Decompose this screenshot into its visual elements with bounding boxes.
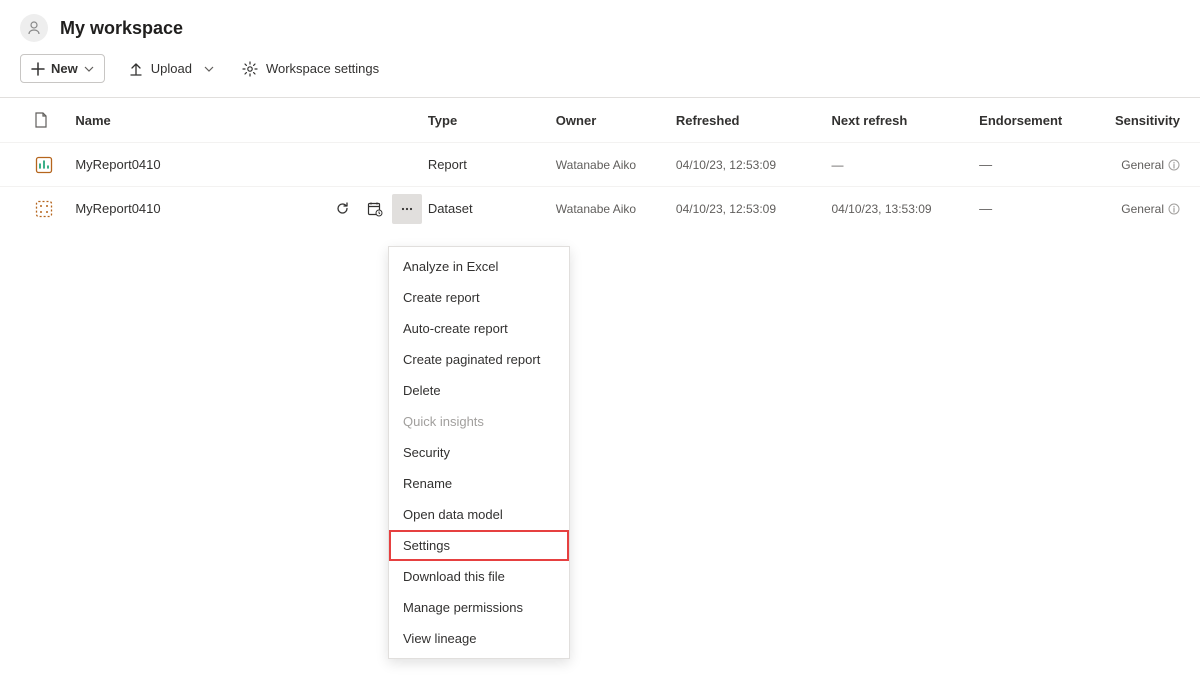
table-row[interactable]: MyReport0410DatasetWatanabe Aiko04/10/23…: [0, 186, 1200, 230]
plus-icon: [31, 62, 45, 76]
row-next-refresh: 04/10/23, 13:53:09: [831, 202, 979, 216]
refresh-button[interactable]: [328, 194, 358, 224]
menu-item[interactable]: Delete: [389, 375, 569, 406]
content-table: Name Type Owner Refreshed Next refresh E…: [0, 98, 1200, 230]
row-sensitivity-label: General: [1121, 202, 1164, 216]
menu-item[interactable]: Manage permissions: [389, 592, 569, 623]
table-row[interactable]: MyReport0410 ReportWatanabe Aiko04/10/23,…: [0, 142, 1200, 186]
menu-item[interactable]: Analyze in Excel: [389, 251, 569, 282]
schedule-refresh-button[interactable]: [360, 194, 390, 224]
column-header-sensitivity[interactable]: Sensitivity: [1101, 113, 1180, 128]
row-refreshed: 04/10/23, 12:53:09: [676, 202, 832, 216]
workspace-settings-label: Workspace settings: [266, 61, 379, 76]
more-options-button[interactable]: [392, 194, 422, 224]
table-header-row: Name Type Owner Refreshed Next refresh E…: [0, 98, 1200, 142]
column-header-owner[interactable]: Owner: [556, 113, 676, 128]
file-icon: [34, 112, 48, 128]
workspace-settings-button[interactable]: Workspace settings: [238, 55, 383, 83]
more-horizontal-icon: [400, 202, 414, 216]
workspace-header: My workspace: [0, 0, 1200, 52]
row-endorsement: —: [979, 201, 1101, 216]
row-name-cell: MyReport0410: [75, 157, 427, 172]
calendar-refresh-icon: [367, 201, 383, 217]
upload-icon: [129, 62, 143, 76]
toolbar: New Upload Workspace settings: [0, 52, 1200, 98]
chevron-down-icon: [204, 64, 214, 74]
page-title: My workspace: [60, 18, 183, 39]
row-type: Report: [428, 157, 556, 172]
menu-item[interactable]: Security: [389, 437, 569, 468]
info-icon: [1168, 159, 1180, 171]
column-header-name[interactable]: Name: [75, 113, 427, 128]
report-icon: [34, 155, 54, 175]
row-sensitivity-label: General: [1121, 158, 1164, 172]
new-button-label: New: [51, 61, 78, 76]
column-header-next-refresh[interactable]: Next refresh: [831, 113, 979, 128]
menu-item[interactable]: Rename: [389, 468, 569, 499]
row-type-icon-cell: [34, 199, 75, 219]
menu-item[interactable]: Create report: [389, 282, 569, 313]
upload-label: Upload: [151, 61, 192, 76]
row-next-refresh: —: [831, 158, 979, 172]
menu-item[interactable]: Create paginated report: [389, 344, 569, 375]
column-header-type[interactable]: Type: [428, 113, 556, 128]
person-icon: [26, 20, 42, 36]
row-owner: Watanabe Aiko: [556, 202, 676, 216]
refresh-icon: [335, 201, 350, 216]
menu-item: Quick insights: [389, 406, 569, 437]
new-button[interactable]: New: [20, 54, 105, 83]
menu-item[interactable]: Download this file: [389, 561, 569, 592]
row-sensitivity: General: [1101, 158, 1180, 172]
menu-item[interactable]: View lineage: [389, 623, 569, 654]
menu-item[interactable]: Open data model: [389, 499, 569, 530]
avatar: [20, 14, 48, 42]
dataset-icon: [34, 199, 54, 219]
row-type: Dataset: [428, 201, 556, 216]
menu-item[interactable]: Auto-create report: [389, 313, 569, 344]
menu-item[interactable]: Settings: [389, 530, 569, 561]
column-header-endorsement[interactable]: Endorsement: [979, 113, 1101, 128]
row-type-icon-cell: [34, 155, 75, 175]
row-name-label[interactable]: MyReport0410: [75, 201, 160, 216]
context-menu: Analyze in ExcelCreate reportAuto-create…: [388, 246, 570, 659]
column-header-icon: [34, 112, 75, 128]
row-name-cell: MyReport0410: [75, 194, 427, 224]
gear-icon: [242, 61, 258, 77]
row-refreshed: 04/10/23, 12:53:09: [676, 158, 832, 172]
chevron-down-icon: [84, 64, 94, 74]
row-endorsement: —: [979, 157, 1101, 172]
row-actions: [328, 194, 428, 224]
info-icon: [1168, 203, 1180, 215]
row-owner: Watanabe Aiko: [556, 158, 676, 172]
row-sensitivity: General: [1101, 202, 1180, 216]
row-name-label[interactable]: MyReport0410: [75, 157, 160, 172]
upload-button[interactable]: Upload: [125, 55, 218, 82]
column-header-refreshed[interactable]: Refreshed: [676, 113, 832, 128]
